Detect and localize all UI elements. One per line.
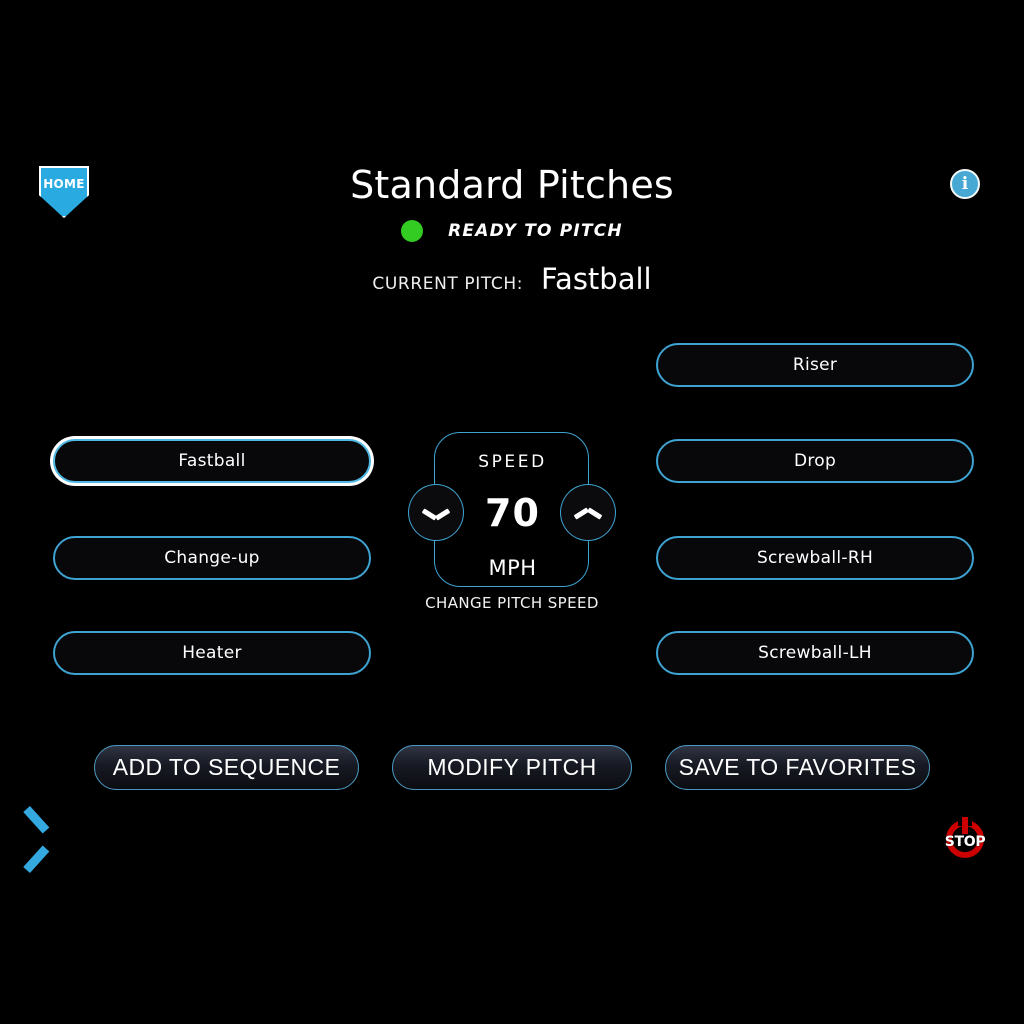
current-pitch-row: CURRENT PITCH: Fastball	[0, 262, 1024, 296]
status-indicator-icon	[401, 220, 424, 242]
pitch-button-screwball-rh[interactable]: Screwball-RH	[656, 536, 974, 580]
add-to-sequence-button[interactable]: ADD TO SEQUENCE	[94, 745, 359, 790]
pitch-button-change-up[interactable]: Change-up	[53, 536, 371, 580]
status-row: READY TO PITCH	[0, 220, 1024, 242]
chevron-down-icon	[423, 506, 449, 520]
pitch-button-label: Riser	[792, 355, 838, 375]
pitch-button-heater[interactable]: Heater	[53, 631, 371, 675]
pitch-button-drop[interactable]: Drop	[656, 439, 974, 483]
modify-pitch-button[interactable]: MODIFY PITCH	[392, 745, 632, 790]
speed-caption: CHANGE PITCH SPEED	[425, 594, 599, 612]
action-button-label: SAVE TO FAVORITES	[678, 754, 917, 780]
chevron-up-icon	[575, 506, 601, 520]
action-button-label: MODIFY PITCH	[427, 754, 597, 780]
app-screen: HOME Standard Pitches i READY TO PITCH C…	[0, 0, 1024, 1024]
stop-button-label: STOP	[944, 834, 986, 850]
speed-unit: MPH	[488, 556, 537, 580]
pitch-button-label: Drop	[793, 451, 837, 471]
pitch-button-screwball-lh[interactable]: Screwball-LH	[656, 631, 974, 675]
pitch-button-label: Screwball-RH	[756, 548, 874, 568]
info-icon[interactable]: i	[950, 169, 980, 199]
pitch-button-riser[interactable]: Riser	[656, 343, 974, 387]
current-pitch-value: Fastball	[541, 262, 652, 296]
pitch-button-label: Change-up	[164, 548, 260, 568]
power-icon-bar	[962, 817, 968, 834]
home-button-label: HOME	[43, 177, 85, 191]
stop-button[interactable]: STOP	[944, 814, 986, 860]
pitch-button-label: Fastball	[178, 451, 246, 471]
speed-decrease-button[interactable]	[408, 484, 464, 541]
speed-label: SPEED	[478, 452, 547, 472]
action-button-label: ADD TO SEQUENCE	[112, 754, 341, 780]
speed-increase-button[interactable]	[560, 484, 616, 541]
back-button[interactable]	[40, 812, 80, 860]
current-pitch-label: CURRENT PITCH:	[372, 274, 524, 294]
page-title: Standard Pitches	[350, 163, 674, 207]
info-icon-glyph: i	[961, 174, 969, 194]
status-badge: READY TO PITCH	[448, 221, 623, 241]
save-to-favorites-button[interactable]: SAVE TO FAVORITES	[665, 745, 930, 790]
pitch-button-fastball[interactable]: Fastball	[53, 439, 371, 483]
pitch-button-label: Screwball-LH	[758, 643, 872, 663]
pitch-button-label: Heater	[182, 643, 242, 663]
